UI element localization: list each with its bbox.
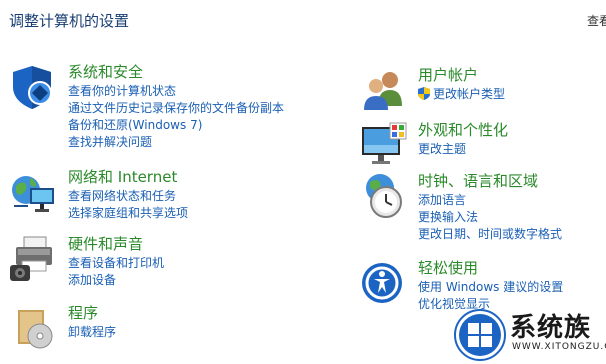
link-devices-printers[interactable]: 查看设备和打印机 — [68, 255, 164, 272]
network-globe-icon[interactable] — [10, 168, 58, 216]
link-change-input-method[interactable]: 更换输入法 — [418, 209, 562, 226]
watermark-brand: 系统族 — [510, 313, 592, 343]
link-network-status[interactable]: 查看网络状态和任务 — [68, 188, 188, 205]
link-homegroup-sharing[interactable]: 选择家庭组和共享选项 — [68, 205, 188, 222]
watermark: 系统族 WWW.XITONGZU.COM — [452, 305, 606, 364]
watermark-url: WWW.XITONGZU.COM — [512, 342, 606, 352]
printer-speaker-icon[interactable] — [10, 235, 58, 283]
link-change-account-type-label: 更改帐户类型 — [433, 87, 506, 101]
monitor-palette-icon[interactable] — [360, 121, 408, 169]
category-title-user[interactable]: 用户帐户 — [418, 66, 505, 86]
link-add-device[interactable]: 添加设备 — [68, 272, 164, 289]
link-troubleshoot[interactable]: 查找并解决问题 — [68, 134, 284, 151]
link-backup-restore[interactable]: 备份和还原(Windows 7) — [68, 117, 284, 134]
clock-globe-icon[interactable] — [360, 172, 408, 220]
windows-logo-icon — [454, 309, 506, 361]
view-by-label[interactable]: 查看 — [587, 12, 606, 29]
category-title-network[interactable]: 网络和 Internet — [68, 168, 188, 188]
uac-shield-icon — [418, 87, 430, 100]
ease-of-access-icon[interactable] — [360, 259, 408, 307]
link-change-date-time-format[interactable]: 更改日期、时间或数字格式 — [418, 226, 562, 243]
link-uninstall-program[interactable]: 卸载程序 — [68, 324, 116, 341]
category-title-ease[interactable]: 轻松使用 — [418, 259, 563, 279]
category-title-hardware[interactable]: 硬件和声音 — [68, 235, 164, 255]
link-file-history-backup[interactable]: 通过文件历史记录保存你的文件备份副本 — [68, 100, 284, 117]
link-change-theme[interactable]: 更改主题 — [418, 141, 508, 158]
link-add-language[interactable]: 添加语言 — [418, 192, 562, 209]
user-accounts-icon[interactable] — [360, 66, 408, 114]
programs-disc-icon[interactable] — [10, 304, 58, 352]
category-title-appearance[interactable]: 外观和个性化 — [418, 121, 508, 141]
link-view-computer-status[interactable]: 查看你的计算机状态 — [68, 83, 284, 100]
category-title-programs[interactable]: 程序 — [68, 304, 116, 324]
link-change-account-type[interactable]: 更改帐户类型 — [418, 86, 505, 103]
page-title: 调整计算机的设置 — [9, 12, 130, 30]
link-recommended-settings[interactable]: 使用 Windows 建议的设置 — [418, 279, 563, 296]
category-title-system[interactable]: 系统和安全 — [68, 63, 284, 83]
security-shield-icon[interactable] — [10, 63, 58, 111]
category-title-clock[interactable]: 时钟、语言和区域 — [418, 172, 562, 192]
